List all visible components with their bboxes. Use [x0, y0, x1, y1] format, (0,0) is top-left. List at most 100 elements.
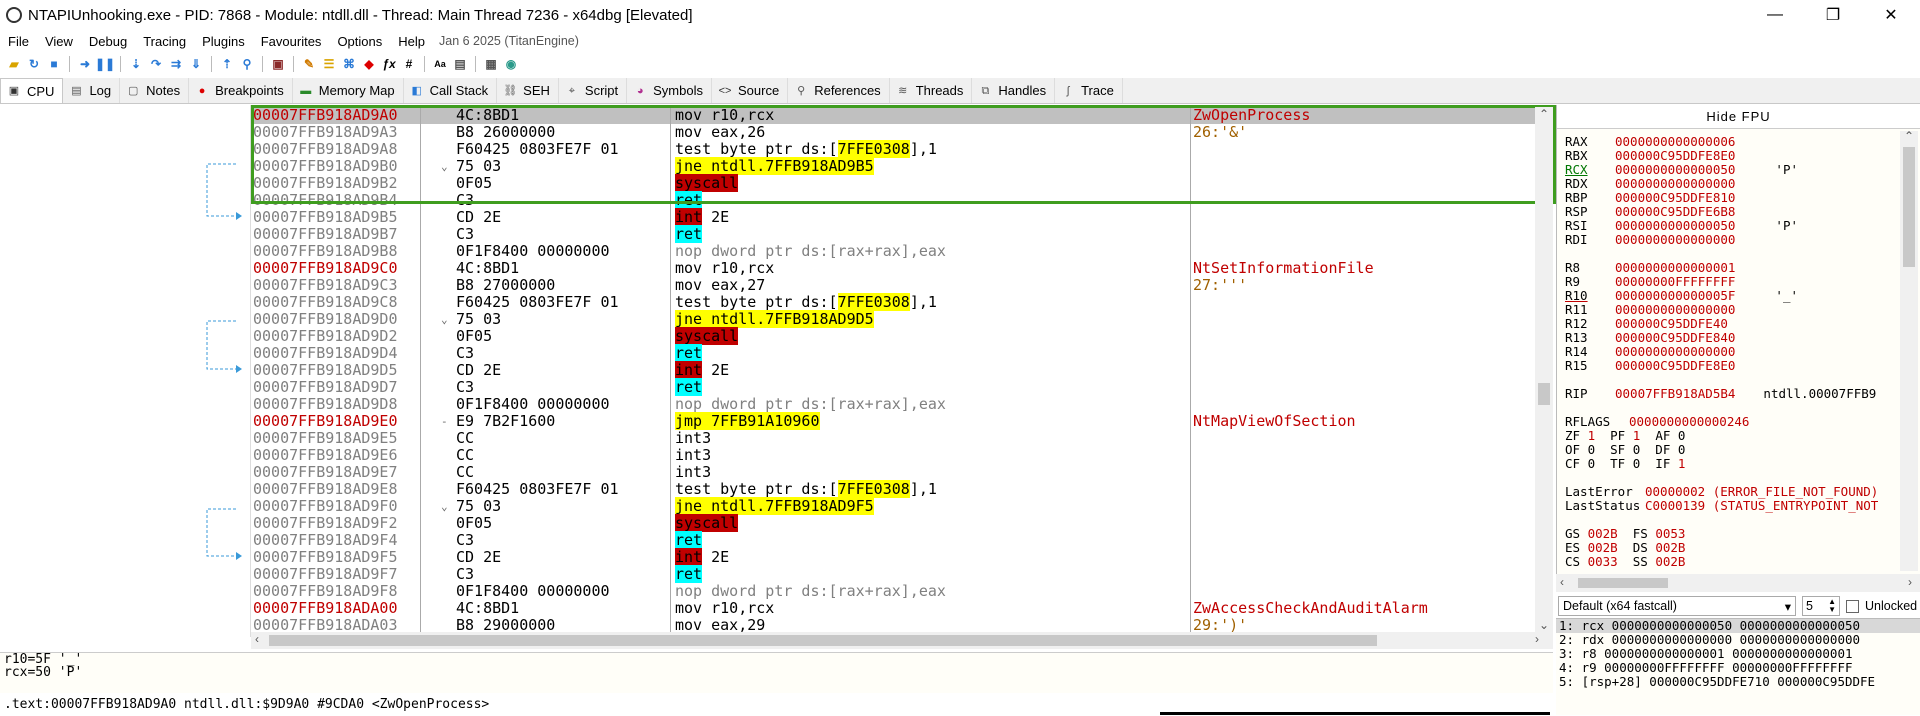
disasm-horizontal-scrollbar[interactable]: ‹ ›: [251, 632, 1553, 649]
stack-arg-row[interactable]: 5: [rsp+28] 000000C95DDFE710 000000C95DD…: [1556, 675, 1920, 689]
step-over-icon[interactable]: ↷: [148, 56, 164, 72]
tab-breakpoints[interactable]: ● Breakpoints: [189, 78, 293, 103]
bookmark-icon[interactable]: ◆: [361, 56, 377, 72]
menu-favourites[interactable]: Favourites: [253, 34, 330, 49]
register-row[interactable]: R13 000000C95DDFE840: [1565, 331, 1775, 345]
disasm-row[interactable]: 00007FFB918AD9B5 CD 2E int 2E: [251, 208, 1538, 226]
stack-arg-row[interactable]: 1: rcx 0000000000000050 0000000000000050: [1556, 619, 1920, 633]
tab-seh[interactable]: ⛓ SEH: [497, 78, 559, 103]
calls-icon[interactable]: ▤: [452, 56, 468, 72]
disasm-row[interactable]: 00007FFB918AD9E6 CC int3: [251, 447, 1538, 464]
tab-handles[interactable]: ⧉ Handles: [972, 78, 1056, 103]
tab-notes[interactable]: ▢ Notes: [120, 78, 190, 103]
register-row[interactable]: RDI 0000000000000000: [1565, 233, 1775, 247]
menu-plugins[interactable]: Plugins: [194, 34, 253, 49]
disasm-row[interactable]: 00007FFB918AD9D5 CD 2E int 2E: [251, 361, 1538, 379]
register-row[interactable]: R12 000000C95DDFE40: [1565, 317, 1768, 331]
disasm-row[interactable]: 00007FFB918AD9D2 0F05 syscall: [251, 327, 1538, 345]
scroll-left-icon[interactable]: ‹: [255, 632, 259, 646]
minimize-button[interactable]: —: [1746, 0, 1804, 30]
disasm-row[interactable]: 00007FFB918AD9C3 B8 27000000 mov eax,27 27:…: [251, 277, 1538, 294]
stack-arg-row[interactable]: 2: rdx 0000000000000000 0000000000000000: [1556, 633, 1920, 647]
tab-threads[interactable]: ≋ Threads: [890, 78, 973, 103]
register-value[interactable]: 000000C95DDFE810: [1615, 190, 1735, 205]
registers-horizontal-scrollbar[interactable]: ‹ ›: [1556, 574, 1920, 592]
comment-icon[interactable]: ☰: [321, 56, 337, 72]
register-row[interactable]: R9 00000000FFFFFFFF: [1565, 275, 1775, 289]
restart-icon[interactable]: ↻: [26, 56, 42, 72]
arg-count-spinbox[interactable]: 5 ▲ ▼: [1802, 596, 1840, 616]
register-row[interactable]: R11 0000000000000000: [1565, 303, 1775, 317]
calling-convention-select[interactable]: Default (x64 fastcall) ▾: [1558, 596, 1796, 616]
disasm-row[interactable]: 00007FFB918AD9D7 C3 ret: [251, 378, 1538, 396]
menu-debug[interactable]: Debug: [81, 34, 135, 49]
disasm-row[interactable]: 00007FFB918AD9F8 0F1F8400 00000000 nop dwo…: [251, 583, 1538, 600]
menu-view[interactable]: View: [37, 34, 81, 49]
segment-row[interactable]: GS 002B FS 0053: [1565, 527, 1685, 541]
stack-arg-row[interactable]: 3: r8 0000000000000001 0000000000000001: [1556, 647, 1920, 661]
disasm-row[interactable]: 00007FFB918AD9D0 ⌄ 75 03 jne ntdll.7FFB918A…: [251, 310, 1538, 328]
register-value[interactable]: 000000C95DDFE840: [1615, 330, 1735, 345]
menu-tracing[interactable]: Tracing: [135, 34, 194, 49]
pause-icon[interactable]: ❚❚: [95, 56, 115, 72]
menu-options[interactable]: Options: [329, 34, 390, 49]
disasm-row[interactable]: 00007FFB918AD9F2 0F05 syscall: [251, 514, 1538, 532]
tab-log[interactable]: ▤ Log: [63, 78, 121, 103]
register-value[interactable]: 00000000FFFFFFFF: [1615, 274, 1735, 289]
scroll-thumb[interactable]: [1538, 383, 1550, 405]
scroll-thumb[interactable]: [269, 635, 1377, 646]
register-row[interactable]: RAX 0000000000000006: [1565, 135, 1775, 149]
last-status-row[interactable]: LastStatus C0000139 (STATUS_ENTRYPOINT_NO…: [1565, 499, 1878, 513]
register-value[interactable]: 0000000000000050: [1615, 162, 1735, 177]
register-value[interactable]: 0000000000000000: [1615, 232, 1735, 247]
tab-references[interactable]: ⚲ References: [788, 78, 890, 103]
flags-row[interactable]: ZF 1 PF 1 AF 0: [1565, 429, 1685, 443]
register-value[interactable]: 000000C95DDFE6B8: [1615, 204, 1735, 219]
register-value[interactable]: 0000000000000000: [1615, 344, 1735, 359]
register-row[interactable]: R14 0000000000000000: [1565, 345, 1775, 359]
register-row[interactable]: R10 000000000000005F '_': [1565, 289, 1798, 303]
flags-row[interactable]: CF 0 TF 0 IF 1: [1565, 457, 1685, 471]
hide-fpu-button[interactable]: Hide FPU: [1557, 105, 1920, 129]
registers-vertical-scrollbar[interactable]: ⌃: [1900, 129, 1918, 571]
register-value[interactable]: 0000000000000000: [1615, 302, 1735, 317]
maximize-button[interactable]: ❐: [1804, 0, 1862, 30]
scroll-right-icon[interactable]: ›: [1535, 632, 1539, 646]
flags-row[interactable]: OF 0 SF 0 DF 0: [1565, 443, 1685, 457]
register-row[interactable]: R8 0000000000000001: [1565, 261, 1775, 275]
last-error-row[interactable]: LastError 00000002 (ERROR_FILE_NOT_FOUND): [1565, 485, 1878, 499]
disasm-row[interactable]: 00007FFB918AD9F4 C3 ret: [251, 531, 1538, 549]
tab-cpu[interactable]: ▣ CPU: [0, 78, 64, 103]
scroll-thumb[interactable]: [1578, 578, 1668, 588]
registers-panel[interactable]: Hide FPU RAX 0000000000000006 RBX 000000C95…: [1556, 105, 1920, 575]
disasm-row[interactable]: 00007FFB918AD9F0 ⌄ 75 03 jne ntdll.7FFB918A…: [251, 497, 1538, 515]
tab-memory-map[interactable]: ▬ Memory Map: [293, 78, 404, 103]
disasm-row[interactable]: 00007FFB918AD9D4 C3 ret: [251, 344, 1538, 362]
scroll-left-icon[interactable]: ‹: [1560, 575, 1564, 589]
disasm-row[interactable]: 00007FFB918AD9E7 CC int3: [251, 464, 1538, 481]
run-icon[interactable]: ➜: [77, 56, 93, 72]
register-row[interactable]: RBX 000000C95DDFE8E0: [1565, 149, 1775, 163]
register-value[interactable]: 0000000000000050: [1615, 218, 1735, 233]
disasm-row[interactable]: 00007FFB918ADA00 4C:8BD1 mov r10,rcx ZwAcce…: [251, 600, 1538, 617]
strings-icon[interactable]: Aa: [432, 56, 448, 72]
register-value[interactable]: 0000000000000006: [1615, 134, 1735, 149]
scroll-right-icon[interactable]: ›: [1908, 575, 1912, 589]
scroll-up-icon[interactable]: ⌃: [1904, 129, 1914, 143]
segment-row[interactable]: CS 0033 SS 002B: [1565, 555, 1685, 569]
register-row[interactable]: RSP 000000C95DDFE6B8: [1565, 205, 1775, 219]
rflags-row[interactable]: RFLAGS 0000000000000246: [1565, 415, 1749, 429]
open-icon[interactable]: ▰: [6, 56, 22, 72]
stack-arguments-view[interactable]: 1: rcx 0000000000000050 0000000000000050…: [1556, 618, 1920, 715]
trace-over-icon[interactable]: ⇓: [188, 56, 204, 72]
register-row[interactable]: RCX 0000000000000050 'P': [1565, 163, 1798, 177]
register-value[interactable]: 000000C95DDFE8E0: [1615, 358, 1735, 373]
tab-symbols[interactable]: ◕ Symbols: [627, 78, 712, 103]
disasm-row[interactable]: 00007FFB918AD9C8 F60425 0803FE7F 01 test b…: [251, 293, 1538, 311]
function-icon[interactable]: ƒx: [381, 56, 397, 72]
close-button[interactable]: ✕: [1862, 0, 1920, 30]
step-into-icon[interactable]: ⇣: [128, 56, 144, 72]
hash-icon[interactable]: #: [401, 56, 417, 72]
scroll-thumb[interactable]: [1903, 147, 1915, 267]
calculator-icon[interactable]: ▦: [483, 56, 499, 72]
